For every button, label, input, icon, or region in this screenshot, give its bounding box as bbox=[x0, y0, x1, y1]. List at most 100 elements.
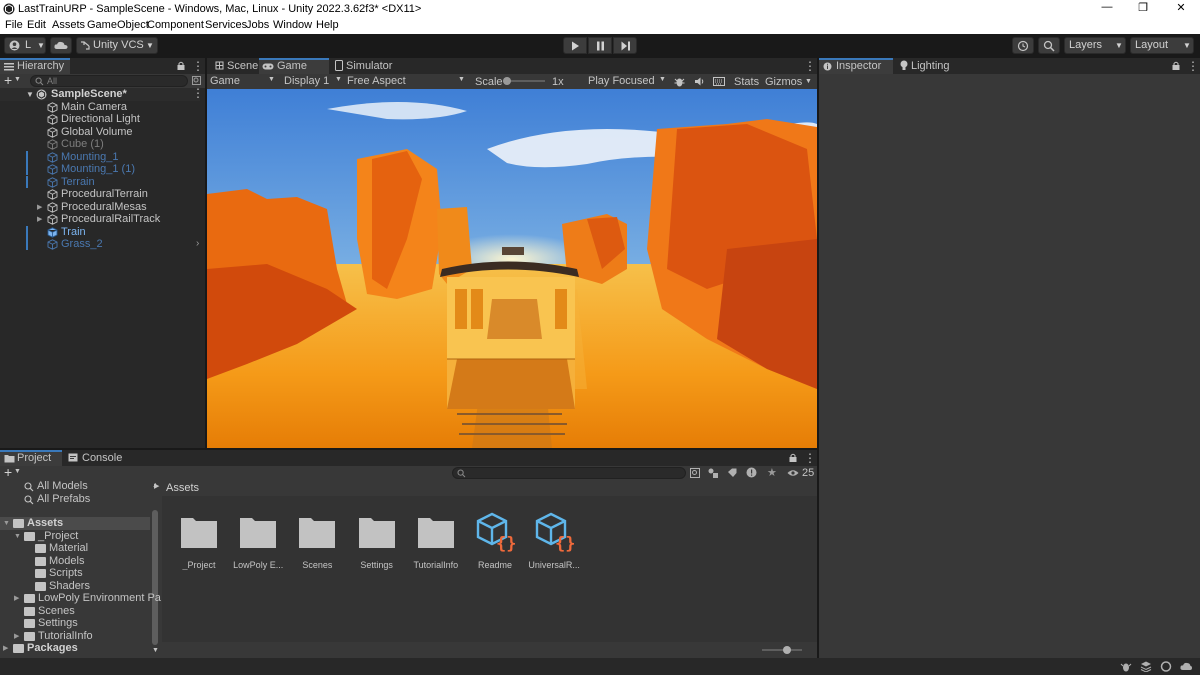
asset-item[interactable]: Scenes bbox=[288, 512, 346, 570]
hierarchy-item[interactable]: Mounting_1 (1) bbox=[0, 163, 200, 176]
menu-services[interactable]: Services bbox=[205, 19, 247, 31]
create-asset-button[interactable]: + bbox=[4, 464, 12, 480]
expand-arrow-icon[interactable]: ▼ bbox=[14, 531, 21, 544]
menu-assets[interactable]: Assets bbox=[52, 19, 85, 31]
asset-item[interactable]: Settings bbox=[348, 512, 406, 570]
gameobject-cube-icon bbox=[47, 226, 58, 238]
play-focus-dropdown[interactable]: Play Focused ▼ bbox=[586, 74, 668, 88]
hierarchy-item[interactable]: Terrain bbox=[0, 175, 200, 189]
tab-console[interactable]: Console bbox=[64, 450, 130, 466]
expand-arrow-icon[interactable]: ▶ bbox=[154, 482, 159, 490]
aspect-dropdown[interactable]: Free Aspect ▼ bbox=[345, 74, 469, 88]
tab-scene[interactable]: Scene bbox=[209, 58, 259, 74]
hierarchy-item[interactable]: ▶ ProceduralRailTrack bbox=[0, 213, 200, 226]
bug-icon[interactable] bbox=[674, 76, 685, 87]
chevron-down-icon[interactable]: ▼ bbox=[805, 78, 812, 85]
account-button[interactable]: L ▼ bbox=[4, 37, 46, 54]
breadcrumb[interactable]: Assets bbox=[166, 482, 199, 494]
type-filter-icon[interactable] bbox=[708, 468, 718, 478]
play-button[interactable] bbox=[563, 37, 587, 54]
search-button[interactable] bbox=[1038, 37, 1060, 54]
cloud-button[interactable] bbox=[50, 37, 72, 54]
menu-window[interactable]: Window bbox=[273, 19, 312, 31]
search-scope-icon[interactable] bbox=[690, 468, 700, 478]
bug-icon[interactable] bbox=[1120, 661, 1132, 672]
tab-simulator[interactable]: Simulator bbox=[331, 58, 399, 74]
favorite-star-icon[interactable]: ★ bbox=[767, 466, 777, 479]
hierarchy-item[interactable]: Mounting_1 bbox=[0, 150, 200, 164]
lock-icon[interactable] bbox=[177, 61, 185, 70]
history-button[interactable] bbox=[1012, 37, 1034, 54]
hierarchy-item[interactable]: Global Volume bbox=[0, 126, 200, 139]
scale-slider-thumb[interactable] bbox=[503, 77, 511, 85]
add-object-button[interactable]: + bbox=[4, 72, 12, 88]
close-button[interactable]: ✕ bbox=[1166, 1, 1196, 17]
gameobject-cube-icon bbox=[47, 176, 58, 188]
scene-row[interactable]: ▼ SampleScene* ⋮ bbox=[0, 87, 204, 101]
gizmos-toggle[interactable]: Gizmos bbox=[765, 76, 802, 88]
expand-arrow-icon[interactable]: ▶ bbox=[3, 643, 8, 656]
menu-help[interactable]: Help bbox=[316, 19, 339, 31]
asset-item[interactable]: TutorialInfo bbox=[407, 512, 465, 570]
chevron-right-icon[interactable]: › bbox=[196, 238, 199, 251]
expand-arrow-icon[interactable]: ▶ bbox=[14, 593, 19, 606]
hierarchy-item[interactable]: ▶ ProceduralMesas bbox=[0, 201, 200, 214]
menu-file[interactable]: File bbox=[5, 19, 23, 31]
more-options-icon[interactable]: ⋮ bbox=[804, 59, 816, 73]
warning-filter-icon[interactable] bbox=[746, 467, 757, 478]
display-dropdown[interactable]: Display 1 ▼ bbox=[282, 74, 342, 88]
progress-icon[interactable] bbox=[1160, 661, 1172, 672]
hierarchy-item[interactable]: Directional Light bbox=[0, 113, 200, 126]
label-filter-icon[interactable] bbox=[727, 468, 737, 478]
maximize-button[interactable]: ❐ bbox=[1128, 1, 1158, 17]
asset-item[interactable]: LowPoly E... bbox=[229, 512, 287, 570]
tab-game[interactable]: Game bbox=[259, 58, 329, 74]
hierarchy-item[interactable]: Train bbox=[0, 225, 200, 239]
lock-icon[interactable] bbox=[1172, 61, 1180, 70]
asset-item[interactable]: _Project bbox=[170, 512, 228, 570]
tab-lighting[interactable]: Lighting bbox=[895, 58, 955, 74]
layers-dropdown[interactable]: Layers ▼ bbox=[1064, 37, 1126, 54]
chevron-down-icon[interactable]: ▼ bbox=[14, 76, 21, 83]
icon-size-slider[interactable] bbox=[762, 646, 802, 654]
menu-edit[interactable]: Edit bbox=[27, 19, 46, 31]
keyboard-icon[interactable] bbox=[713, 77, 725, 86]
layout-dropdown[interactable]: Layout ▼ bbox=[1130, 37, 1194, 54]
pause-button[interactable] bbox=[588, 37, 612, 54]
lock-icon[interactable] bbox=[789, 453, 797, 462]
expand-arrow-icon[interactable]: ▶ bbox=[14, 631, 19, 644]
hierarchy-item[interactable]: ProceduralTerrain bbox=[0, 188, 200, 201]
scroll-down-icon[interactable]: ▼ bbox=[152, 647, 159, 654]
more-options-icon[interactable]: ⋮ bbox=[192, 59, 204, 73]
menu-jobs[interactable]: Jobs bbox=[246, 19, 269, 31]
game-mode-dropdown[interactable]: Game ▼ bbox=[208, 74, 276, 88]
hierarchy-item[interactable]: Cube (1) bbox=[0, 138, 200, 151]
chevron-down-icon[interactable]: ▼ bbox=[14, 468, 21, 475]
game-viewport[interactable] bbox=[207, 89, 817, 448]
cloud-sync-icon[interactable] bbox=[1180, 661, 1192, 672]
hierarchy-item[interactable]: Grass_2 › bbox=[0, 238, 200, 251]
icon-size-slider-thumb[interactable] bbox=[783, 646, 791, 654]
stats-toggle[interactable]: Stats bbox=[734, 76, 759, 88]
more-options-icon[interactable]: ⋮ bbox=[192, 87, 204, 100]
scale-slider[interactable] bbox=[503, 77, 545, 85]
menu-component[interactable]: Component bbox=[147, 19, 204, 31]
filter-icon[interactable] bbox=[192, 76, 201, 85]
menu-gameobject[interactable]: GameObject bbox=[87, 19, 149, 31]
vcs-dropdown[interactable]: Unity VCS ▼ bbox=[76, 37, 158, 54]
speaker-icon[interactable] bbox=[694, 76, 705, 87]
minimize-button[interactable]: — bbox=[1092, 1, 1122, 17]
hierarchy-search[interactable]: All bbox=[30, 75, 188, 87]
hierarchy-item[interactable]: Main Camera bbox=[0, 101, 200, 114]
tab-inspector[interactable]: Inspector bbox=[819, 58, 893, 74]
eye-icon[interactable] bbox=[787, 469, 799, 477]
more-options-icon[interactable]: ⋮ bbox=[1187, 59, 1199, 73]
project-search[interactable] bbox=[452, 467, 686, 479]
stack-icon[interactable] bbox=[1140, 661, 1152, 672]
asset-item[interactable]: {} UniversalR... bbox=[525, 512, 583, 570]
step-button[interactable] bbox=[613, 37, 637, 54]
expand-arrow-icon[interactable]: ▼ bbox=[3, 518, 10, 531]
asset-item[interactable]: {} Readme bbox=[466, 512, 524, 570]
more-options-icon[interactable]: ⋮ bbox=[804, 451, 816, 465]
tree-scrollbar[interactable] bbox=[152, 510, 158, 645]
